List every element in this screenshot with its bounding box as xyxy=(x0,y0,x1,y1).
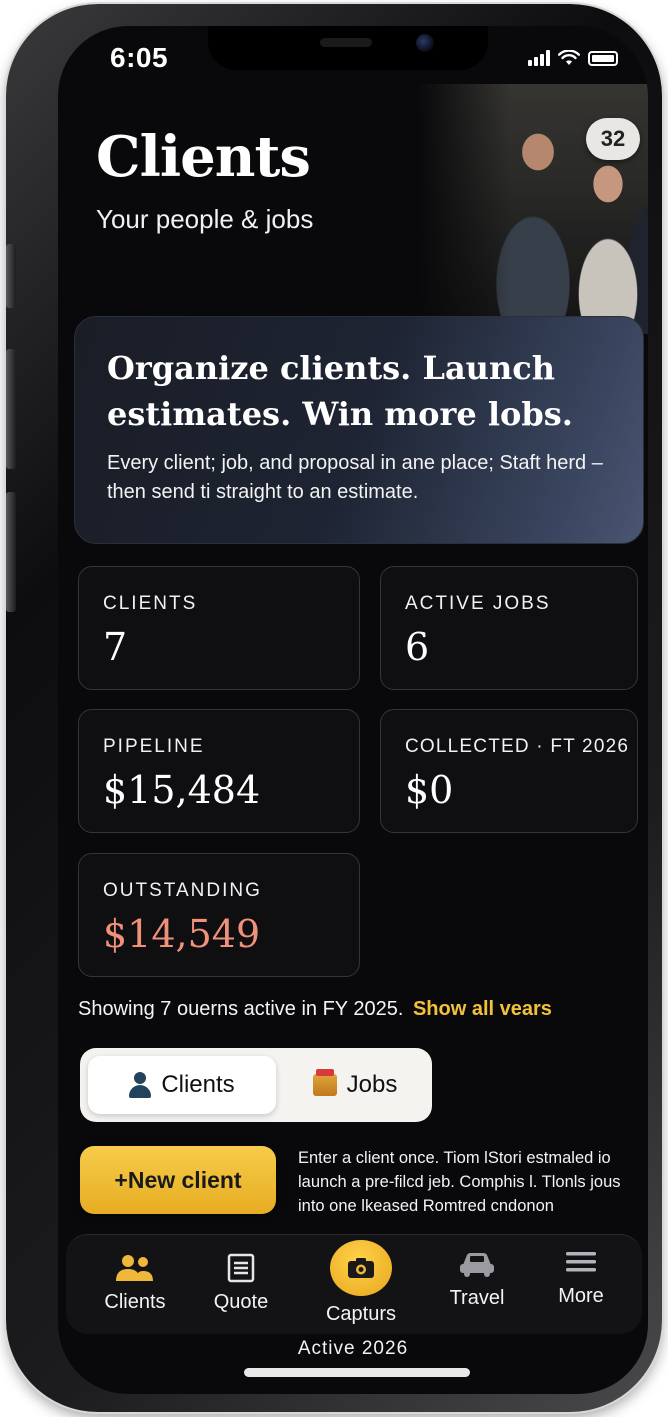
tab-clients[interactable]: Clients xyxy=(90,1251,180,1314)
stat-value: 6 xyxy=(405,625,430,669)
home-indicator[interactable] xyxy=(244,1368,470,1377)
tab-more[interactable]: More xyxy=(536,1245,626,1308)
speaker xyxy=(320,38,372,47)
stat-card-outstanding[interactable]: OUTSTANDING $14,549 xyxy=(78,853,360,977)
client-count-badge[interactable]: 32 xyxy=(586,118,640,160)
stat-value: $15,484 xyxy=(103,768,261,812)
show-all-years-link[interactable]: Show all vears xyxy=(413,998,552,1020)
segment-jobs[interactable]: Jobs xyxy=(290,1056,420,1114)
segment-jobs-label: Jobs xyxy=(346,1071,398,1098)
tab-more-label: More xyxy=(558,1285,604,1307)
active-year-label: Active 2026 xyxy=(297,1338,409,1359)
signal-icon xyxy=(528,50,550,66)
camera-icon xyxy=(330,1240,392,1296)
tab-clients-label: Clients xyxy=(104,1291,166,1313)
segment-clients[interactable]: Clients xyxy=(88,1056,276,1114)
segmented-control: Clients Jobs xyxy=(80,1048,432,1122)
volume-down-button xyxy=(6,492,16,612)
segment-clients-label: Clients xyxy=(161,1071,235,1098)
stat-value: $0 xyxy=(405,768,454,812)
new-client-button[interactable]: +New client xyxy=(80,1146,276,1214)
people-icon xyxy=(116,1255,153,1281)
car-icon xyxy=(460,1253,494,1277)
battery-icon xyxy=(588,50,618,66)
menu-icon xyxy=(566,1252,596,1272)
filter-text: Showing 7 ouerns active in FY 2025. xyxy=(78,998,404,1020)
tab-capture-label: Capturs xyxy=(325,1303,397,1325)
front-camera-icon xyxy=(416,34,434,52)
briefcase-icon xyxy=(312,1069,337,1096)
promo-body: Every client; job, and proposal in ane p… xyxy=(107,452,603,503)
tab-bar: Clients Quote Capturs Travel More xyxy=(66,1234,642,1334)
tab-quote-label: Quote xyxy=(213,1291,269,1313)
tab-quote[interactable]: Quote xyxy=(196,1251,286,1314)
filter-summary: Showing 7 ouerns active in FY 2025. Show… xyxy=(78,998,552,1021)
stat-label: PIPELINE xyxy=(103,736,205,757)
stat-card-active-jobs[interactable]: ACTIVE JOBS 6 xyxy=(380,566,638,690)
page-subtitle: Your people & jobs xyxy=(96,204,314,234)
stat-label: ACTIVE JOBS xyxy=(405,593,551,614)
mute-switch xyxy=(6,244,16,308)
notch xyxy=(208,26,488,70)
stat-card-collected[interactable]: COLLECTED · FT 2026 $0 xyxy=(380,709,638,833)
status-icons xyxy=(528,50,618,66)
wifi-icon xyxy=(558,50,580,65)
tab-travel-label: Travel xyxy=(449,1287,505,1309)
status-time: 6:05 xyxy=(110,42,169,73)
cta-help-text: Enter a client once. Tiom lStori estmale… xyxy=(298,1149,621,1215)
stat-label: COLLECTED · FT 2026 xyxy=(405,736,630,757)
stat-value: 7 xyxy=(103,625,128,669)
promo-card: Organize clients. Launch estimates. Win … xyxy=(74,316,644,544)
tab-travel[interactable]: Travel xyxy=(432,1247,522,1310)
tab-capture[interactable]: Capturs xyxy=(316,1239,406,1326)
person-icon xyxy=(129,1072,152,1098)
stat-label: CLIENTS xyxy=(103,593,198,614)
page-title: Clients xyxy=(96,124,311,190)
stat-value: $14,549 xyxy=(103,912,261,956)
phone-frame: 6:05 32 Clients Your people & jobs Organ… xyxy=(6,4,662,1412)
volume-up-button xyxy=(6,349,16,469)
document-icon xyxy=(227,1253,255,1283)
screen: 6:05 32 Clients Your people & jobs Organ… xyxy=(58,26,648,1394)
promo-title: Organize clients. Launch estimates. Win … xyxy=(107,349,573,433)
stat-card-pipeline[interactable]: PIPELINE $15,484 xyxy=(78,709,360,833)
stat-card-clients[interactable]: CLIENTS 7 xyxy=(78,566,360,690)
stat-label: OUTSTANDING xyxy=(103,880,262,901)
